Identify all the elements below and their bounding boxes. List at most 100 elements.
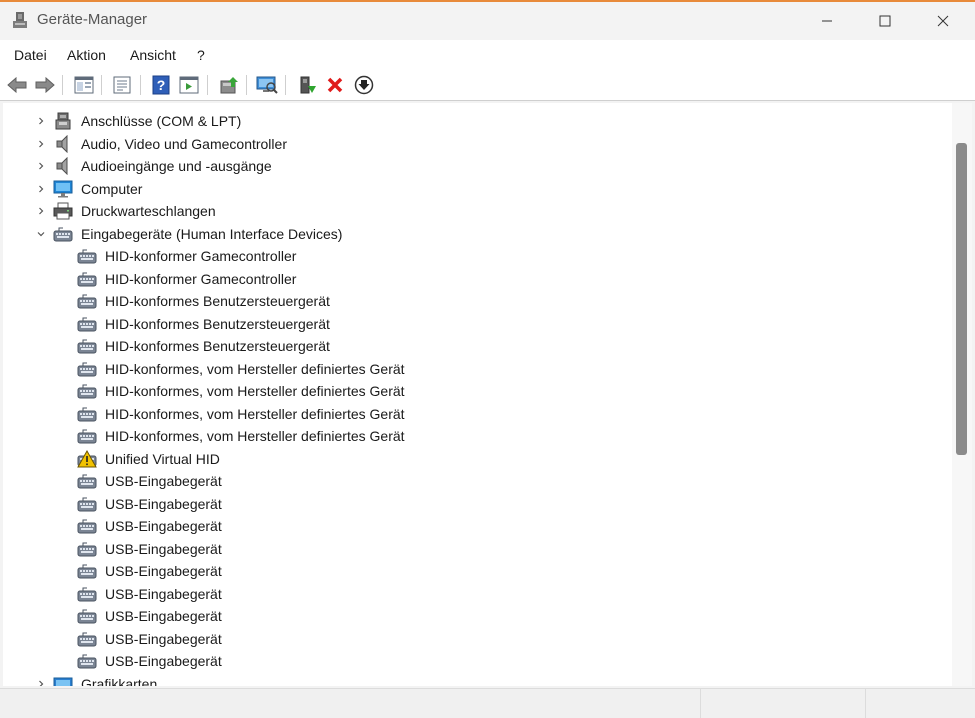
monitor-icon (53, 180, 73, 197)
forward-button[interactable] (34, 74, 56, 96)
hid-icon (77, 272, 97, 286)
forward-arrow-icon (35, 77, 55, 93)
chevron-right-icon[interactable] (35, 183, 47, 195)
tree-device-item[interactable]: HID-konformes Benutzersteuergerät (3, 290, 943, 312)
close-button[interactable] (914, 2, 972, 40)
tree-item-label: HID-konformer Gamecontroller (105, 248, 297, 264)
hid-icon (77, 497, 97, 511)
tree-item-label: Computer (81, 180, 143, 197)
menu-ansicht[interactable]: Ansicht (130, 47, 176, 63)
tree-device-item[interactable]: HID-konformer Gamecontroller (3, 268, 943, 290)
tree-device-item[interactable]: USB-Eingabegerät (3, 628, 943, 650)
hid-icon (53, 227, 73, 241)
scan-hardware-button[interactable] (256, 74, 278, 96)
scrollbar-thumb[interactable] (956, 143, 967, 455)
tree-category[interactable]: Druckwarteschlangen (3, 200, 943, 222)
help-icon: ? (152, 75, 170, 95)
menu-aktion[interactable]: Aktion (67, 47, 106, 63)
help-button[interactable]: ? (150, 74, 172, 96)
chevron-right-icon[interactable] (35, 160, 47, 172)
action-pane-button[interactable] (178, 74, 200, 96)
tree-device-item[interactable]: USB-Eingabegerät (3, 470, 943, 492)
tree-category[interactable]: Eingabegeräte (Human Interface Devices) (3, 223, 943, 245)
tree-device-item[interactable]: USB-Eingabegerät (3, 538, 943, 560)
tree-device-item[interactable]: USB-Eingabegerät (3, 605, 943, 627)
tree-category[interactable]: Grafikkarten (3, 673, 943, 687)
tree-device-item[interactable]: HID-konformes, vom Hersteller definierte… (3, 358, 943, 380)
tree-item-label: HID-konformes, vom Hersteller definierte… (105, 360, 405, 377)
toolbar-separator (246, 75, 247, 95)
chevron-right-icon[interactable] (35, 678, 47, 687)
tree-device-item[interactable]: HID-konformes Benutzersteuergerät (3, 313, 943, 335)
tree-item-label: Grafikkarten (81, 675, 158, 687)
expand-toggle[interactable] (35, 138, 47, 150)
uninstall-icon (327, 77, 343, 93)
tree-category[interactable]: Audioeingänge und -ausgänge (3, 155, 943, 177)
tree-device-item[interactable]: HID-konformer Gamecontroller (3, 245, 943, 267)
tree-item-label: HID-konformes, vom Hersteller definierte… (105, 428, 405, 444)
expand-toggle[interactable] (35, 205, 47, 217)
tree-item-label: HID-konformes, vom Hersteller definierte… (105, 405, 405, 422)
tree-item-label: HID-konformes Benutzersteuergerät (105, 315, 330, 332)
chevron-right-icon[interactable] (35, 205, 47, 217)
minimize-button[interactable] (798, 2, 856, 40)
speaker-icon (56, 134, 68, 153)
tree-device-item[interactable]: USB-Eingabegerät (3, 650, 943, 672)
scan-hardware-icon (256, 76, 278, 94)
properties-icon (113, 76, 131, 94)
properties-button[interactable] (111, 74, 133, 96)
hid-icon (77, 564, 97, 579)
tree-device-item[interactable]: Unified Virtual HID (3, 448, 943, 470)
tree-device-item[interactable]: USB-Eingabegerät (3, 583, 943, 605)
tree-device-item[interactable]: HID-konformes Benutzersteuergerät (3, 335, 943, 357)
expand-toggle[interactable] (35, 160, 47, 172)
status-separator (700, 689, 701, 718)
title-bar[interactable]: Geräte-Manager (0, 2, 975, 40)
show-hide-console-tree-button[interactable] (73, 74, 95, 96)
tree-device-item[interactable]: USB-Eingabegerät (3, 560, 943, 582)
enable-device-button[interactable] (296, 74, 318, 96)
tree-category[interactable]: Computer (3, 178, 943, 200)
port-icon (55, 112, 71, 130)
toolbar-separator (140, 75, 141, 95)
tree-device-item[interactable]: USB-Eingabegerät (3, 493, 943, 515)
hid-icon (77, 294, 97, 309)
chevron-right-icon[interactable] (35, 138, 47, 150)
tree-category[interactable]: Audio, Video und Gamecontroller (3, 133, 943, 155)
tree-device-item[interactable]: HID-konformes, vom Hersteller definierte… (3, 380, 943, 402)
update-driver-icon (220, 77, 238, 94)
window-title: Geräte-Manager (37, 11, 148, 28)
tree-category[interactable]: Anschlüsse (COM & LPT) (3, 110, 943, 132)
expand-toggle[interactable] (35, 678, 47, 687)
tree-item-label: Audio, Video und Gamecontroller (81, 135, 287, 152)
chevron-down-icon[interactable] (35, 228, 47, 240)
toolbar-separator (285, 75, 286, 95)
menu-help[interactable]: ? (197, 47, 205, 63)
display-adapter-icon (53, 677, 73, 686)
tree-device-item[interactable]: HID-konformes, vom Hersteller definierte… (3, 403, 943, 425)
maximize-button[interactable] (856, 2, 914, 40)
update-driver-button[interactable] (218, 74, 240, 96)
device-tree[interactable]: Anschlüsse (COM & LPT) Audio, Video und G… (3, 103, 952, 686)
tree-item-label: USB-Eingabegerät (105, 540, 222, 557)
vertical-scrollbar[interactable] (952, 103, 972, 686)
expand-toggle[interactable] (35, 183, 47, 195)
hid-icon (77, 587, 97, 601)
chevron-right-icon[interactable] (35, 115, 47, 127)
close-icon (937, 15, 949, 27)
disable-device-button[interactable] (353, 74, 375, 96)
tree-item-label: HID-konformes, vom Hersteller definierte… (105, 383, 405, 399)
back-button[interactable] (6, 74, 28, 96)
tree-device-item[interactable]: HID-konformes, vom Hersteller definierte… (3, 425, 943, 447)
hid-icon (77, 609, 97, 624)
expand-toggle[interactable] (35, 115, 47, 127)
tree-item-label: USB-Eingabegerät (105, 630, 222, 647)
expand-toggle[interactable] (35, 228, 47, 240)
tree-item-label: HID-konformes Benutzersteuergerät (105, 293, 330, 309)
warning-icon (77, 449, 97, 467)
tree-device-item[interactable]: USB-Eingabegerät (3, 515, 943, 537)
hid-icon (77, 654, 97, 669)
menu-datei[interactable]: Datei (14, 47, 47, 63)
uninstall-device-button[interactable] (324, 74, 346, 96)
tree-item-label: USB-Eingabegerät (105, 495, 222, 512)
